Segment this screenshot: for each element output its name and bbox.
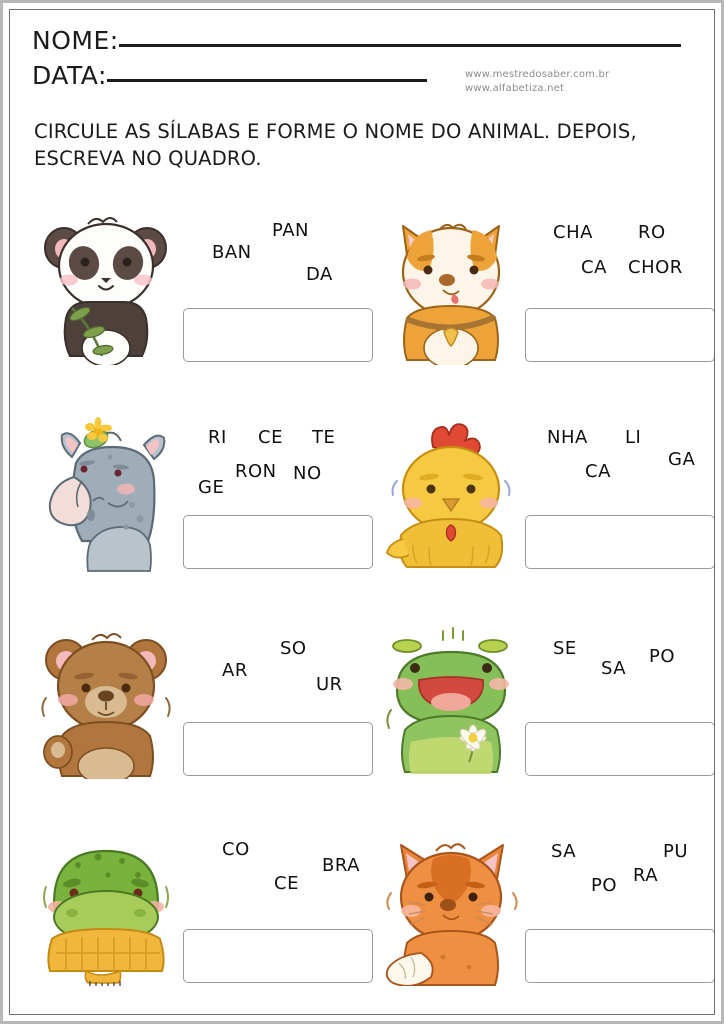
name-write-line[interactable] [118,44,681,47]
syllable-chip[interactable]: CA [581,257,607,278]
syllable-chip[interactable]: LI [625,427,641,448]
exercise-item-dog: CHA RO CA CHOR [373,196,714,403]
syllable-chip[interactable]: CE [274,873,299,894]
syllable-cloud: SE SA PO [523,626,714,716]
bear-illustration [36,624,178,779]
syllable-cloud: CO BRA CE [180,833,380,923]
syllable-cloud: RI CE TE GE RON NO [180,419,380,509]
dog-illustration [381,210,523,365]
syllable-chip[interactable]: AR [222,660,248,681]
snake-illustration [36,831,178,986]
syllable-chip[interactable]: BRA [322,855,360,876]
syllable-chip[interactable]: NO [293,463,322,484]
syllable-chip[interactable]: SE [553,638,577,659]
name-field-row: NOME: [32,26,681,55]
date-field-row: DATA: [32,61,427,90]
syllable-chip[interactable]: RO [638,222,666,243]
syllable-cloud: SA PU PO RA [523,833,714,923]
exercise-item-bear: AR SO UR [28,610,373,817]
syllable-chip[interactable]: BAN [212,242,252,263]
answer-box[interactable] [525,308,714,362]
syllable-chip[interactable]: PO [591,875,617,896]
syllable-chip[interactable]: SO [280,638,307,659]
date-write-line[interactable] [106,79,427,82]
syllable-cloud: CHA RO CA CHOR [523,212,714,302]
syllable-chip[interactable]: CA [585,461,611,482]
syllable-chip[interactable]: NHA [547,427,588,448]
panda-illustration [36,210,178,365]
syllable-chip[interactable]: PU [663,841,688,862]
answer-box[interactable] [525,929,714,983]
exercise-item-fox: SA PU PO RA [373,817,714,1014]
answer-box[interactable] [183,722,373,776]
exercise-row: AR SO UR SE SA PO [10,610,714,817]
exercise-row: CO BRA CE SA PU PO RA [10,817,714,1014]
syllable-chip[interactable]: GE [198,477,224,498]
fox-illustration [381,831,523,986]
worksheet-header: NOME: DATA: www.mestredosaber.com.br www… [10,10,714,96]
exercise-item-chicken: NHA LI CA GA [373,403,714,610]
site-credits: www.mestredosaber.com.br www.alfabetiza.… [465,68,609,96]
exercise-item-panda: BAN PAN DA [28,196,373,403]
syllable-chip[interactable]: RI [208,427,227,448]
rhino-illustration [36,417,178,572]
syllable-chip[interactable]: DA [306,264,333,285]
syllable-cloud: NHA LI CA GA [523,419,714,509]
syllable-chip[interactable]: RA [633,865,658,886]
syllable-chip[interactable]: CE [258,427,283,448]
syllable-cloud: AR SO UR [180,626,380,716]
site-link-primary: www.mestredosaber.com.br [465,69,610,80]
syllable-chip[interactable]: SA [601,658,626,679]
exercise-item-snake: CO BRA CE [28,817,373,1014]
syllable-chip[interactable]: CO [222,839,250,860]
syllable-chip[interactable]: PO [649,646,675,667]
syllable-cloud: BAN PAN DA [180,212,380,302]
instruction-text: CIRCULE AS SÍLABAS E FORME O NOME DO ANI… [34,120,637,170]
syllable-chip[interactable]: UR [316,674,343,695]
syllable-chip[interactable]: SA [551,841,576,862]
worksheet-page: NOME: DATA: www.mestredosaber.com.br www… [0,0,724,1024]
exercise-row: RI CE TE GE RON NO NHA LI CA GA [10,403,714,610]
site-link-secondary: www.alfabetiza.net [465,83,565,94]
exercise-item-rhino: RI CE TE GE RON NO [28,403,373,610]
chicken-illustration [381,417,523,572]
exercise-row: BAN PAN DA CHA RO CA CHOR [10,196,714,403]
answer-box[interactable] [183,929,373,983]
syllable-chip[interactable]: CHOR [628,257,683,278]
answer-box[interactable] [525,515,714,569]
date-label: DATA: [32,61,107,90]
answer-box[interactable] [183,515,373,569]
exercise-grid: BAN PAN DA CHA RO CA CHOR RI CE TE GE RO… [10,196,714,1014]
syllable-chip[interactable]: RON [235,461,277,482]
syllable-chip[interactable]: TE [312,427,335,448]
syllable-chip[interactable]: CHA [553,222,593,243]
syllable-chip[interactable]: GA [668,449,695,470]
answer-box[interactable] [183,308,373,362]
worksheet-inner-frame: NOME: DATA: www.mestredosaber.com.br www… [9,9,715,1015]
exercise-item-frog: SE SA PO [373,610,714,817]
syllable-chip[interactable]: PAN [272,220,309,241]
frog-illustration [381,624,523,779]
name-label: NOME: [32,26,119,55]
answer-box[interactable] [525,722,714,776]
